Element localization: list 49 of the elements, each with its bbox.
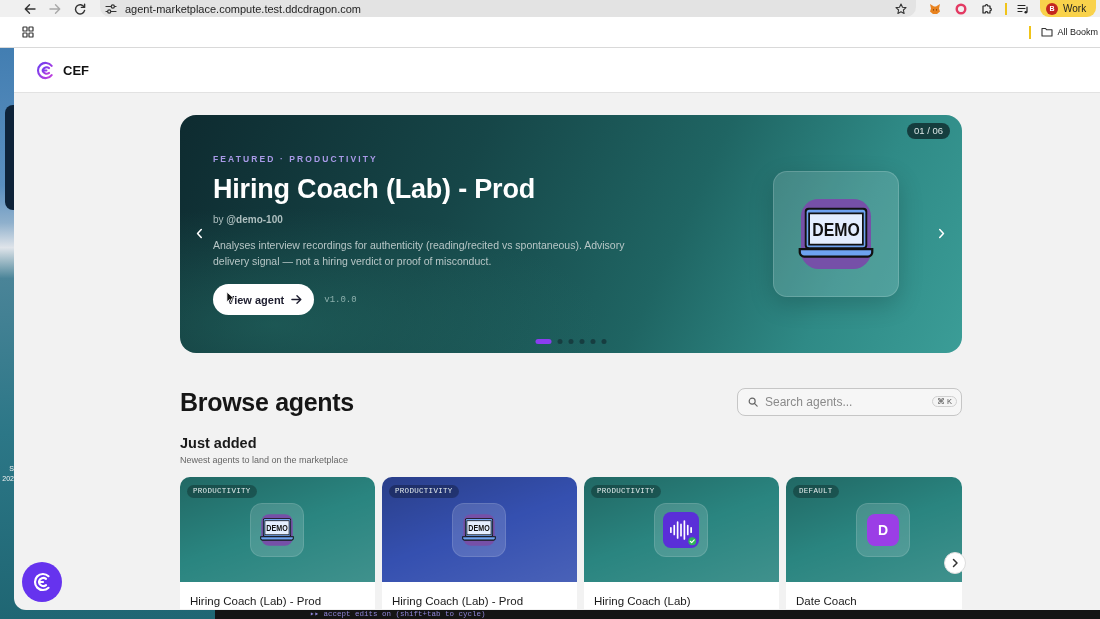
check-badge-icon (687, 535, 698, 546)
puzzle-icon[interactable] (981, 2, 993, 15)
agent-description: Analyses interview recordings for authenticity (reading/recited vs spontaneous). Advisory delivery signal — not a hiring verdict or proof of misconduct. (213, 238, 626, 269)
fox-icon[interactable] (929, 2, 941, 15)
all-bookmarks-link[interactable]: All Bookm (1057, 27, 1100, 37)
address-bar[interactable]: agent-marketplace.compute.test.ddcdragon.com (100, 0, 916, 17)
chevron-left-icon[interactable] (196, 228, 203, 239)
playlist-icon[interactable] (1017, 2, 1029, 15)
card-title: Date Coach (796, 595, 857, 607)
card-title: Hiring Coach (Lab) (594, 595, 691, 607)
card-title: Hiring Coach (Lab) - Prod (392, 595, 524, 607)
logo-icon[interactable] (36, 60, 55, 80)
laptop-screen-text: DEMO (266, 522, 292, 533)
category-eyebrow: FEATURED · PRODUCTIVITY (213, 154, 379, 165)
laptop-icon (462, 513, 496, 546)
section-heading: Browse agents (180, 388, 354, 416)
slide-dot[interactable] (557, 339, 563, 344)
slide-dot[interactable] (590, 339, 596, 344)
laptop-screen-text: DEMO (812, 218, 869, 240)
slide-dot[interactable] (579, 339, 585, 344)
chevron-right-icon[interactable] (938, 228, 945, 239)
laptop-icon (260, 513, 294, 546)
slide-counter: 01 / 06 (906, 123, 950, 139)
laptop-icon (798, 199, 874, 269)
waveform-icon (663, 511, 699, 548)
arrow-right-icon (291, 294, 303, 305)
author-byline: by @demo-100 (213, 213, 284, 227)
site-controls-icon[interactable] (105, 2, 117, 15)
url-text: agent-marketplace.compute.test.ddcdragon.com (125, 2, 362, 15)
section-title: Just added (180, 435, 258, 451)
brand-name[interactable]: CEF (63, 62, 89, 78)
bookmark-star-icon[interactable] (895, 2, 907, 15)
back-arrow-icon[interactable] (24, 2, 36, 15)
folder-icon[interactable] (1041, 26, 1054, 38)
search-icon (748, 397, 758, 407)
reload-icon[interactable] (74, 2, 86, 15)
version-label: v1.0.0 (324, 294, 357, 305)
profile-label: Work (1063, 3, 1087, 14)
section-subtitle: Newest agents to land on the marketplace (180, 455, 350, 466)
next-button-icon[interactable] (944, 552, 966, 574)
card-title: Hiring Coach (Lab) - Prod (190, 595, 322, 607)
ring-icon[interactable] (955, 2, 967, 15)
slide-dot[interactable] (601, 339, 607, 344)
letter-avatar: D (867, 513, 899, 546)
apps-grid-icon[interactable] (22, 26, 34, 38)
agent-title: Hiring Coach (Lab) - Prod (213, 173, 536, 205)
laptop-screen-text: DEMO (468, 522, 494, 533)
assistant-button[interactable] (22, 562, 62, 602)
slide-dot[interactable] (568, 339, 574, 344)
